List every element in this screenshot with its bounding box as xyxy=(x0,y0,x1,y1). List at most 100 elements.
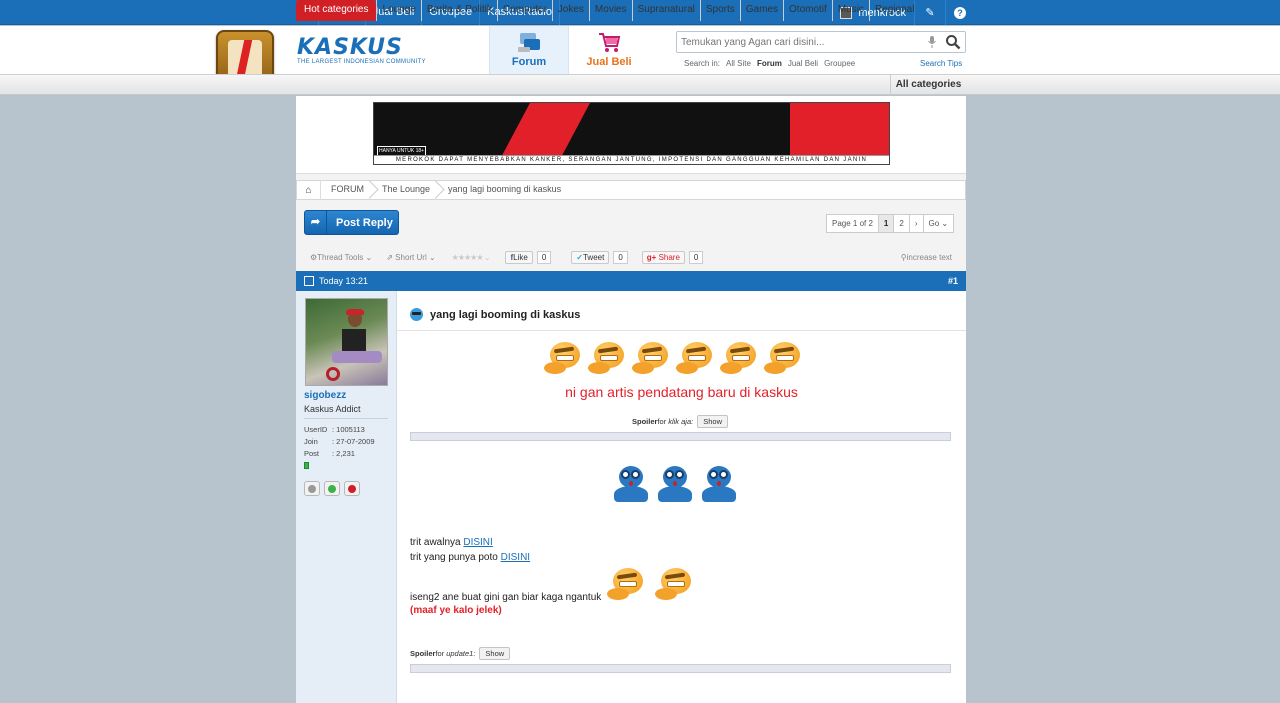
category-games[interactable]: Games xyxy=(741,0,785,21)
page-2[interactable]: 2 xyxy=(894,215,910,232)
increase-text-label: increase text xyxy=(906,252,952,262)
stat-key: Post xyxy=(304,449,320,458)
laugh-emoticon-icon xyxy=(607,566,647,604)
help-icon[interactable]: ? xyxy=(954,6,966,19)
stat-value: : 1005113 xyxy=(332,425,365,434)
share-button[interactable]: g+ Share xyxy=(641,250,685,264)
increase-text-button[interactable]: ⚲increase text xyxy=(901,253,952,262)
divider xyxy=(397,330,966,331)
post-apology: (maaf ye kalo jelek) xyxy=(410,605,502,616)
username[interactable]: sigobezz xyxy=(304,390,346,401)
pagination: Page 1 of 2 1 2 › Go ⌄ xyxy=(826,214,955,233)
home-icon[interactable]: ⌂ xyxy=(297,180,321,200)
category-jokes[interactable]: Jokes xyxy=(553,0,590,21)
thread-tools-dropdown[interactable]: ⚙Thread Tools ⌄ xyxy=(310,253,372,262)
tab-jual-beli[interactable]: Jual Beli xyxy=(569,26,649,74)
category-list: Hot categories Lounge Berita & Politik C… xyxy=(296,0,919,21)
post-select-checkbox[interactable] xyxy=(304,276,314,286)
spoiler-for: for xyxy=(657,417,667,426)
tweet-count: 0 xyxy=(613,250,628,264)
emoticon-row xyxy=(607,566,695,604)
category-computer[interactable]: Computer xyxy=(498,0,553,21)
shocked-emoticon-icon xyxy=(612,466,650,502)
rating-stars[interactable]: ★★★★★ ⌄ xyxy=(452,253,491,262)
chat-icon xyxy=(328,485,336,493)
short-url-label: Short Url xyxy=(395,252,427,262)
microphone-icon[interactable] xyxy=(928,36,936,48)
link-disini-2[interactable]: DISINI xyxy=(501,552,530,563)
next-page[interactable]: › xyxy=(910,215,924,232)
laugh-emoticon-icon xyxy=(720,340,760,378)
link-disini-1[interactable]: DISINI xyxy=(463,537,492,548)
pencil-icon[interactable]: ✎ xyxy=(923,6,937,20)
breadcrumb-forum[interactable]: FORUM xyxy=(321,180,372,200)
post-reply-button[interactable]: ➦ Post Reply xyxy=(304,210,399,235)
spoiler-header: Spoiler for update1: Show xyxy=(410,647,511,660)
divider xyxy=(945,0,946,25)
page-1[interactable]: 1 xyxy=(878,215,895,232)
go-to-page[interactable]: Go ⌄ xyxy=(924,215,954,232)
scope-jual-beli[interactable]: Jual Beli xyxy=(788,59,818,68)
report-button[interactable] xyxy=(344,481,360,496)
category-regional[interactable]: Regional xyxy=(870,0,919,21)
post-title: yang lagi booming di kaskus xyxy=(410,308,580,321)
scope-all-site[interactable]: All Site xyxy=(726,59,751,68)
like-count: 0 xyxy=(536,250,552,264)
search-input[interactable] xyxy=(677,32,907,52)
tab-forum[interactable]: Forum xyxy=(489,26,569,74)
category-music[interactable]: Music xyxy=(833,0,870,21)
spoiler-content[interactable] xyxy=(410,664,951,673)
search-tips-link[interactable]: Search Tips xyxy=(920,59,962,68)
category-movies[interactable]: Movies xyxy=(590,0,633,21)
profile-button[interactable] xyxy=(304,481,320,496)
category-lounge[interactable]: Lounge xyxy=(376,0,422,21)
scope-forum[interactable]: Forum xyxy=(757,59,782,68)
spoiler-content[interactable] xyxy=(410,432,951,441)
breadcrumb: ⌂ FORUM The Lounge yang lagi booming di … xyxy=(296,180,966,200)
user-avatar[interactable] xyxy=(305,298,388,386)
report-icon xyxy=(348,485,356,493)
spoiler-show-button[interactable]: Show xyxy=(479,647,511,660)
profile-icon xyxy=(308,485,316,493)
all-categories-dropdown[interactable]: All categories ⌄ xyxy=(890,74,966,111)
forum-icon xyxy=(516,31,542,53)
advertisement-banner[interactable]: HANYA UNTUK 18+ MEROKOK DAPAT MENYEBABKA… xyxy=(373,102,890,165)
post-reply-label: Post Reply xyxy=(336,216,393,229)
health-warning: MEROKOK DAPAT MENYEBABKAN KANKER, SERANG… xyxy=(374,155,889,164)
post-text-line: iseng2 ane buat gini gan biar kaga ngant… xyxy=(410,592,602,603)
user-rank: Kaskus Addict xyxy=(304,404,361,414)
logo-tagline: THE LARGEST INDONESIAN COMMUNITY xyxy=(297,59,426,65)
user-actions xyxy=(304,481,360,496)
post-text-line: trit awalnya DISINI xyxy=(410,537,493,548)
category-berita-politik[interactable]: Berita & Politik xyxy=(422,0,498,21)
laugh-emoticon-icon xyxy=(676,340,716,378)
search-icon[interactable] xyxy=(945,34,961,50)
banner-shape xyxy=(790,103,889,161)
spoiler-title: klik aja: xyxy=(668,417,694,426)
logo-wordmark: KASKUS xyxy=(297,35,403,60)
share-label: Share xyxy=(658,252,680,262)
category-sports[interactable]: Sports xyxy=(701,0,741,21)
short-url-dropdown[interactable]: ⇗ Short Url ⌄ xyxy=(386,253,435,262)
spoiler-show-button[interactable]: Show xyxy=(697,415,728,428)
online-status-indicator xyxy=(304,462,309,469)
spoiler-label: Spoiler xyxy=(632,417,658,426)
kaskus-logo[interactable]: KASKUS THE LARGEST INDONESIAN COMMUNITY xyxy=(297,37,427,67)
avatar-detail xyxy=(342,329,366,351)
tweet-label: Tweet xyxy=(582,252,605,262)
site-tabs: Forum Jual Beli xyxy=(489,26,649,74)
divider xyxy=(304,418,388,419)
like-button[interactable]: fLike xyxy=(505,250,533,264)
category-otomotif[interactable]: Otomotif xyxy=(784,0,833,21)
post-title-text: yang lagi booming di kaskus xyxy=(430,308,581,321)
post-header: Today 13:21 #1 xyxy=(296,271,966,291)
laugh-emoticon-icon xyxy=(588,340,628,378)
message-button[interactable] xyxy=(324,481,340,496)
hot-categories-tab[interactable]: Hot categories xyxy=(296,0,377,21)
tweet-button[interactable]: ✓Tweet xyxy=(571,250,610,264)
scope-groupee[interactable]: Groupee xyxy=(824,59,855,68)
go-label: Go xyxy=(928,219,940,228)
category-supranatural[interactable]: Supranatural xyxy=(633,0,701,21)
breadcrumb-lounge[interactable]: The Lounge xyxy=(372,180,438,200)
post-number[interactable]: #1 xyxy=(948,276,958,286)
